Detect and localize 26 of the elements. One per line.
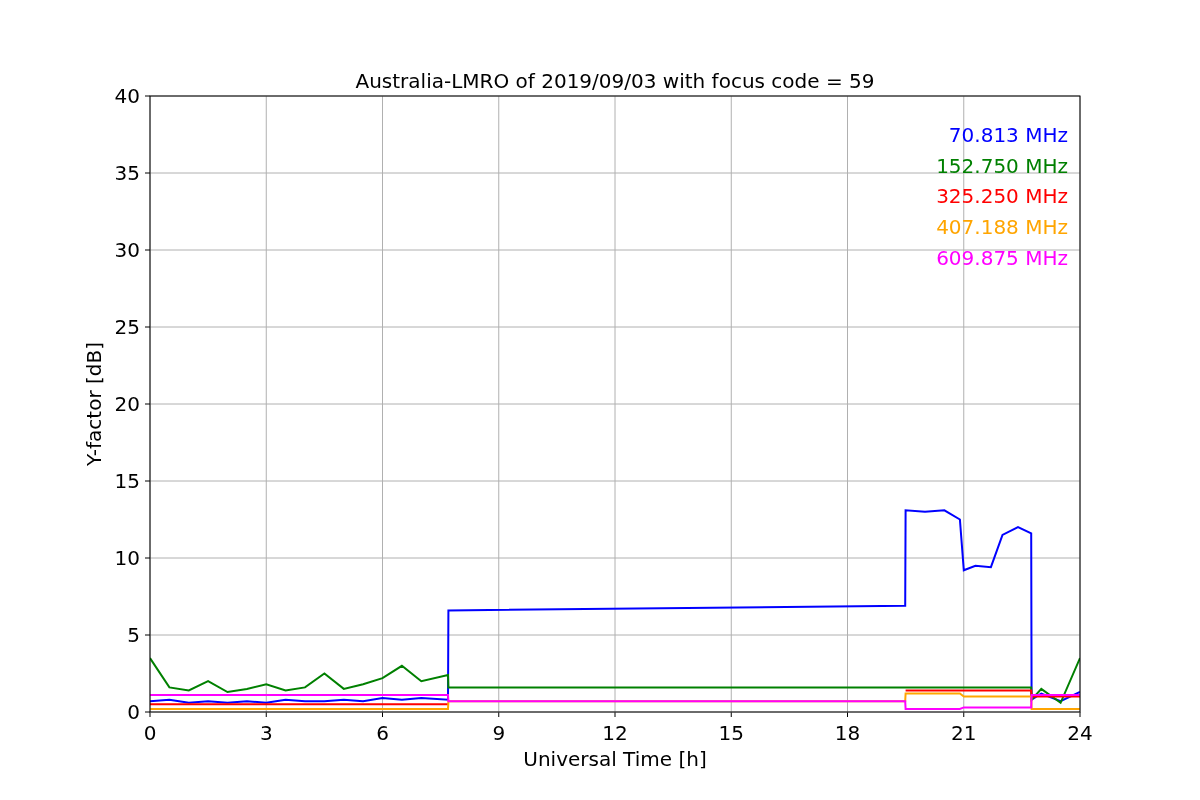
legend-label: 325.250 MHz	[936, 184, 1068, 209]
legend-label: 70.813 MHz	[948, 123, 1068, 147]
x-tick-label: 21	[951, 721, 977, 745]
y-tick-label: 35	[114, 161, 140, 185]
y-tick-label: 40	[114, 84, 140, 108]
x-tick-label: 12	[602, 721, 628, 745]
x-axis-title: Universal Time [h]	[523, 747, 707, 771]
legend-label: 407.188 MHz	[936, 215, 1068, 240]
y-axis-title: Y-factor [dB]	[82, 342, 106, 466]
y-tick-label: 30	[114, 238, 140, 262]
y-tick-label: 10	[114, 546, 140, 570]
legend-label: 609.875 MHz	[936, 245, 1068, 270]
y-tick-label: 5	[127, 623, 140, 647]
y-tick-label: 25	[114, 315, 140, 339]
x-tick-label: 0	[143, 721, 157, 745]
y-tick-label: 0	[127, 700, 140, 724]
x-tick-label: 9	[492, 721, 506, 745]
y-tick-label: 20	[114, 392, 140, 416]
chart-title: Australia-LMRO of 2019/09/03 with focus code = 59	[355, 69, 875, 93]
x-tick-label: 6	[376, 721, 389, 745]
legend-label: 152.750 MHz	[936, 153, 1068, 178]
y-tick-label: 15	[114, 469, 140, 493]
x-tick-label: 3	[259, 721, 273, 745]
x-tick-label: 15	[718, 721, 744, 745]
x-tick-label: 18	[834, 721, 861, 745]
x-tick-label: 24	[1067, 721, 1093, 745]
